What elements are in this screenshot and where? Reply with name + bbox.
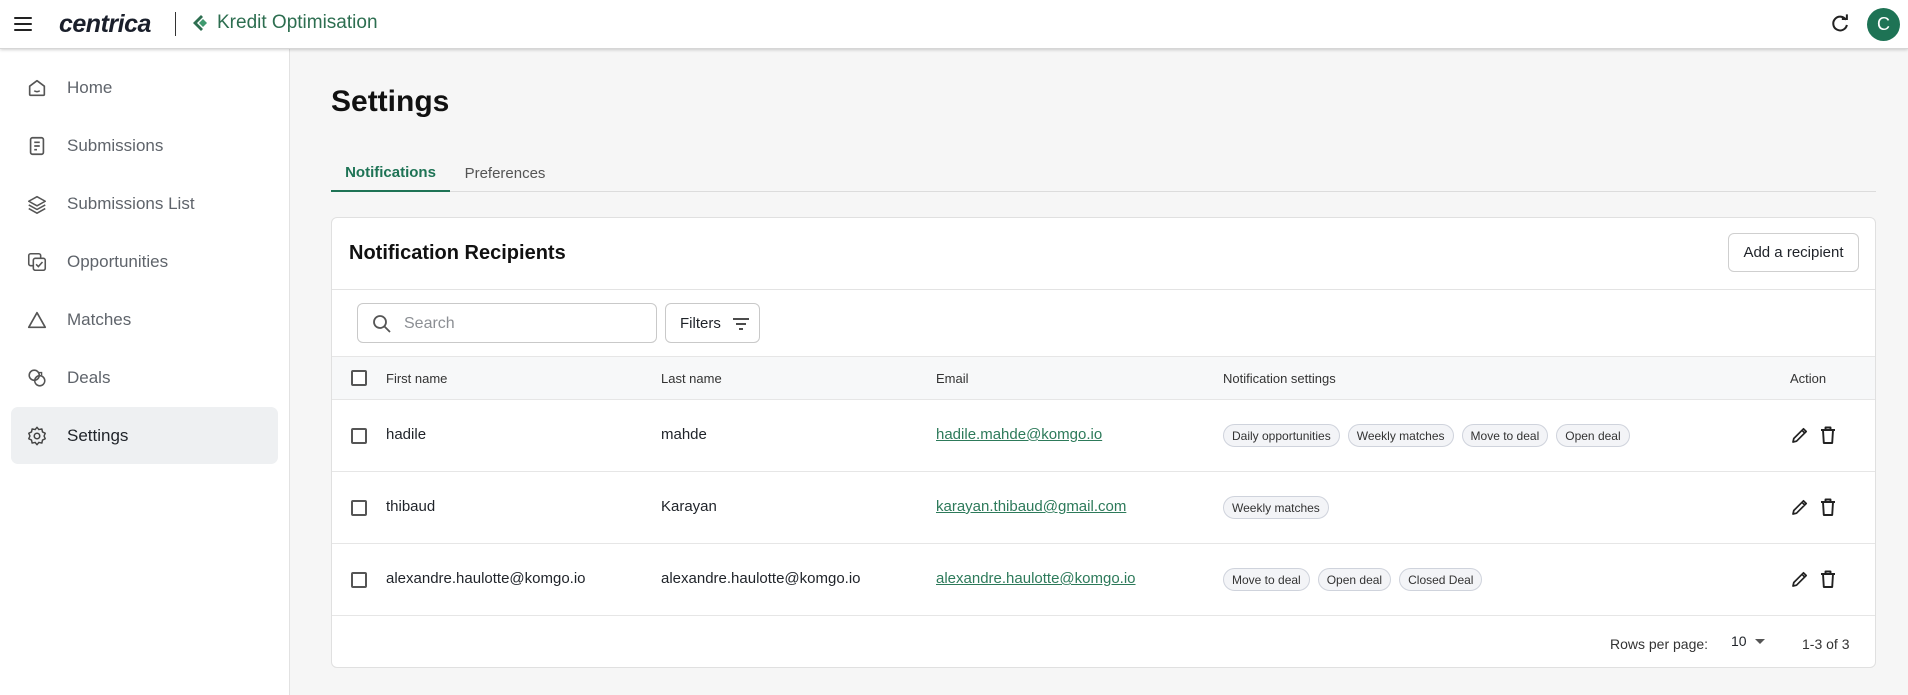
row-checkbox[interactable] — [351, 428, 367, 444]
top-bar: centrica Kredit Optimisation C — [0, 0, 1908, 49]
notification-settings-chips: Daily opportunities Weekly matches Move … — [1223, 424, 1630, 447]
rows-per-page-select[interactable]: 10 — [1731, 633, 1765, 649]
filters-button[interactable]: Filters — [665, 303, 760, 343]
checkbox-stack-icon — [27, 252, 47, 271]
sidebar-item-label: Settings — [67, 425, 129, 445]
column-header-action: Action — [1790, 371, 1827, 386]
layers-icon — [27, 195, 47, 214]
delete-icon[interactable] — [1817, 424, 1839, 446]
sidebar-item-label: Deals — [67, 367, 111, 387]
notification-settings-chips: Move to deal Open deal Closed Deal — [1223, 568, 1483, 591]
last-name-cell: Karayan — [661, 498, 717, 515]
search-input[interactable] — [404, 313, 644, 335]
product-label: Kredit Optimisation — [217, 12, 378, 33]
sidebar-item-label: Submissions — [67, 135, 164, 155]
last-name-cell: alexandre.haulotte@komgo.io — [661, 570, 861, 587]
rows-per-page-label: Rows per page: — [1610, 636, 1709, 652]
sidebar-item-deals[interactable]: Deals — [11, 349, 278, 406]
add-recipient-button[interactable]: Add a recipient — [1728, 233, 1859, 272]
sidebar-item-opportunities[interactable]: Opportunities — [11, 233, 278, 290]
row-checkbox[interactable] — [351, 572, 367, 588]
notification-recipients-card: Notification Recipients Add a recipient … — [331, 217, 1876, 668]
first-name-cell: alexandre.haulotte@komgo.io — [386, 570, 586, 587]
deals-icon — [28, 368, 46, 387]
email-link[interactable]: karayan.thibaud@gmail.com — [936, 498, 1126, 515]
notification-chip: Move to deal — [1461, 424, 1549, 447]
chevron-down-icon — [1754, 638, 1765, 644]
sidebar: Home Submissions Submissions List Opport… — [0, 49, 290, 695]
delete-icon[interactable] — [1817, 496, 1839, 518]
column-header-email[interactable]: Email — [936, 371, 969, 386]
edit-icon[interactable] — [1789, 568, 1811, 590]
search-box[interactable] — [357, 303, 657, 343]
column-header-first-name[interactable]: First name — [386, 371, 447, 386]
notification-chip: Open deal — [1317, 568, 1392, 591]
brand-logo[interactable]: centrica — [59, 10, 151, 39]
notification-chip: Weekly matches — [1347, 424, 1454, 447]
menu-icon[interactable] — [12, 13, 34, 35]
diamond-logo-icon — [193, 15, 207, 31]
column-header-notification-settings: Notification settings — [1223, 371, 1336, 386]
sidebar-item-label: Home — [67, 77, 113, 97]
brand-separator — [175, 12, 176, 36]
email-link[interactable]: hadile.mahde@komgo.io — [936, 426, 1102, 443]
card-divider — [332, 289, 1875, 290]
table-row: alexandre.haulotte@komgo.io alexandre.ha… — [332, 544, 1875, 616]
edit-icon[interactable] — [1789, 424, 1811, 446]
gear-icon — [28, 426, 46, 445]
row-checkbox[interactable] — [351, 500, 367, 516]
sidebar-item-home[interactable]: Home — [11, 59, 278, 116]
notification-chip: Daily opportunities — [1223, 424, 1340, 447]
tab-notifications[interactable]: Notifications — [331, 155, 450, 192]
table-row: thibaud Karayan karayan.thibaud@gmail.co… — [332, 472, 1875, 544]
tab-bar: Notifications Preferences — [331, 155, 1876, 192]
refresh-icon[interactable] — [1829, 13, 1851, 35]
search-icon — [373, 315, 391, 333]
filter-icon — [733, 318, 749, 330]
pagination-range: 1-3 of 3 — [1802, 636, 1850, 652]
select-all-checkbox[interactable] — [351, 370, 367, 386]
rows-per-page-value: 10 — [1731, 633, 1747, 649]
table-row: hadile mahde hadile.mahde@komgo.io Daily… — [332, 400, 1875, 472]
notification-chip: Open deal — [1556, 424, 1630, 447]
email-link[interactable]: alexandre.haulotte@komgo.io — [936, 570, 1136, 587]
user-avatar[interactable]: C — [1867, 8, 1900, 41]
last-name-cell: mahde — [661, 426, 707, 443]
notification-chip: Move to deal — [1223, 568, 1310, 591]
first-name-cell: thibaud — [386, 498, 436, 515]
sidebar-item-settings[interactable]: Settings — [11, 407, 278, 464]
home-icon — [28, 79, 46, 96]
document-icon — [29, 136, 45, 155]
table-header: First name Last name Email Notification … — [332, 356, 1875, 400]
card-title: Notification Recipients — [349, 242, 566, 264]
column-header-last-name[interactable]: Last name — [661, 371, 722, 386]
sidebar-item-matches[interactable]: Matches — [11, 291, 278, 348]
product-name[interactable]: Kredit Optimisation — [191, 12, 378, 34]
page-title: Settings — [331, 85, 450, 118]
sidebar-item-submissions[interactable]: Submissions — [11, 117, 278, 174]
notification-chip: Weekly matches — [1223, 496, 1329, 519]
sidebar-item-label: Submissions List — [67, 193, 195, 213]
sidebar-item-label: Matches — [67, 309, 132, 329]
notification-settings-chips: Weekly matches — [1223, 496, 1329, 519]
sidebar-item-submissions-list[interactable]: Submissions List — [11, 175, 278, 232]
tab-preferences[interactable]: Preferences — [450, 155, 560, 192]
delete-icon[interactable] — [1817, 568, 1839, 590]
filters-label: Filters — [680, 314, 721, 332]
first-name-cell: hadile — [386, 426, 427, 443]
notification-chip: Closed Deal — [1399, 568, 1483, 591]
triangle-icon — [27, 311, 47, 328]
edit-icon[interactable] — [1789, 496, 1811, 518]
sidebar-item-label: Opportunities — [67, 251, 169, 271]
